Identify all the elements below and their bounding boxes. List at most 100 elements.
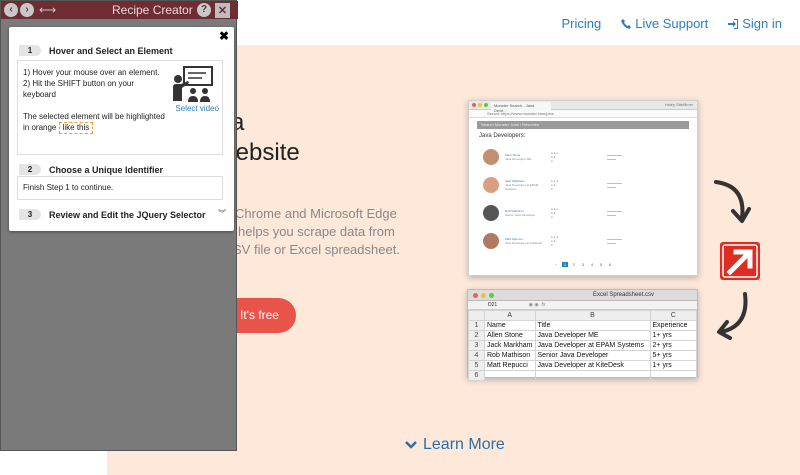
cell: Allen Stone [484, 330, 536, 341]
cell: Java Developer at EPAM Systems [534, 340, 651, 351]
row-number: 2 [468, 330, 485, 341]
step1-line5-text: in orange [23, 123, 57, 132]
cell: Jack Markham [484, 340, 536, 351]
cell: Experience [649, 320, 698, 331]
nav-sign-in-label: Sign in [742, 16, 782, 31]
nav-live-support-link[interactable]: Live Support [621, 16, 708, 31]
step2-header[interactable]: 2 Choose a Unique Identifier [19, 164, 163, 175]
learn-more-label: Learn More [423, 436, 505, 453]
arrow-left-icon[interactable]: ‹ [4, 3, 18, 17]
pager-page: 2 [572, 262, 576, 267]
nav-sign-in-link[interactable]: Sign in [728, 16, 782, 31]
mockup-heading: Java Developers: [479, 133, 526, 139]
mockup-row: Allen Stone Java Developer ME ● ● ● ● ● ● ▬… [483, 143, 683, 171]
learn-more-link[interactable]: Learn More [405, 436, 505, 454]
steps-card: ✖ 1 Hover and Select an Element 1) Hover… [9, 27, 234, 231]
resize-horizontal-icon[interactable]: ⟷ [39, 3, 56, 17]
cell [534, 370, 651, 381]
hero-sub-line-3: SV file or Excel spreadsheet. [233, 242, 400, 257]
mockup-row: Jack Markham Java Developer at EPAM Syste… [483, 171, 683, 199]
cell: 2+ yrs [649, 340, 698, 351]
column-header-row: A B C [468, 310, 698, 321]
cell [484, 370, 536, 381]
arrow-right-icon[interactable]: › [20, 3, 34, 17]
cell: Senior Java Developer [534, 350, 651, 361]
pager-prev-icon: ‹ [555, 262, 557, 267]
nav-pricing-link[interactable]: Pricing [562, 16, 602, 31]
step3-header[interactable]: 3 Review and Edit the JQuery Selector [19, 209, 206, 220]
mockup-notes: ▬▬▬▬▬ ▬▬▬ [607, 209, 622, 217]
mockup-person: Allen Stone Java Developer ME [505, 153, 545, 161]
corner-cell [468, 310, 485, 321]
help-icon[interactable]: ? [197, 3, 211, 17]
step3-number: 3 [19, 209, 41, 220]
mockup-details: ● ● ● ● ● ● [551, 151, 559, 163]
avatar [483, 205, 499, 221]
step1-number: 1 [19, 45, 41, 56]
pager-page: 3 [581, 262, 585, 267]
table-row: 2 Allen Stone Java Developer ME 1+ yrs [468, 330, 698, 341]
window-dots [472, 103, 488, 107]
column-header: C [649, 310, 698, 321]
cell: 5+ yrs [649, 350, 698, 361]
row-number: 6 [468, 370, 485, 381]
pager-page: 4 [590, 262, 594, 267]
spreadsheet-mockup-image: Excel Spreadsheet.csv D21 ◉ ◉ fx A B C 1… [467, 289, 698, 381]
nav-pricing-label: Pricing [561, 16, 602, 31]
person-title: Java Developer at KiteDesk [505, 241, 543, 245]
mockup-tab-right: Haley SiteMiner [664, 102, 693, 107]
mockup-notes: ▬▬▬▬▬ ▬▬▬ [607, 237, 622, 245]
pager-page: 5 [599, 262, 603, 267]
step1-header[interactable]: 1 Hover and Select an Element [19, 45, 173, 56]
step3-heading: Review and Edit the JQuery Selector [49, 209, 206, 220]
avatar [483, 149, 499, 165]
hero-sub-line-2: helps you scrape data from [238, 224, 395, 239]
avatar [483, 233, 499, 249]
step1-heading: Hover and Select an Element [49, 45, 173, 56]
cta-button[interactable]: It's free [228, 298, 296, 333]
table-row: 3 Jack Markham Java Developer at EPAM Syst… [468, 340, 698, 351]
step1-body: 1) Hover your mouse over an element. 2) … [17, 60, 223, 155]
nav-live-support-label: Live Support [635, 16, 709, 31]
nav-links: Pricing Live Support Sign in [562, 16, 783, 31]
pager-page: 6 [608, 262, 612, 267]
browser-mockup-image: Monster Search - Java Deve... Haley Site… [468, 100, 698, 276]
mockup-details: ● ● ● ● ● ● [551, 207, 559, 219]
expand-chevron-icon[interactable]: ︾ [218, 208, 226, 219]
mockup-person: Jack Markham Java Developer at EPAM Syste… [505, 179, 545, 191]
spreadsheet-grid: A B C 1 Name Title Experience 2 Allen Stone J… [468, 310, 698, 381]
table-row: 5 Matt Repucci Java Developer at KiteDesk 1… [468, 360, 698, 371]
phone-icon [621, 18, 632, 29]
column-header: A [484, 310, 536, 321]
cell [649, 370, 698, 381]
step2-number: 2 [19, 164, 41, 175]
mockup-notes: ▬▬▬▬▬ ▬▬▬ [607, 181, 622, 189]
mockup-notes: ▬▬▬▬▬ ▬▬▬ [607, 153, 622, 161]
curved-arrow-left-icon [717, 292, 748, 340]
row-number: 5 [468, 360, 485, 371]
table-row: 4 Rob Mathison Senior Java Developer 5+ yrs [468, 350, 698, 361]
hero-title-line-1: a [231, 109, 245, 136]
mockup-details: ● ● ● ● ● ● [551, 235, 559, 247]
hero-title-line-3: . [231, 168, 300, 198]
person-title: Senior Java Developer [505, 213, 536, 217]
table-row: 1 Name Title Experience [468, 320, 698, 331]
mockup-person: Rob Mathison Senior Java Developer [505, 209, 545, 217]
avatar [483, 177, 499, 193]
cell: Matt Repucci [484, 360, 536, 371]
mockup-row: Matt Repucci Java Developer at KiteDesk ●… [483, 227, 683, 255]
step2-heading: Choose a Unique Identifier [49, 164, 164, 175]
presentation-icon[interactable] [172, 65, 214, 103]
card-close-icon[interactable]: ✖ [219, 29, 229, 43]
row-number: 1 [468, 320, 485, 331]
cell: Rob Mathison [484, 350, 536, 361]
cell: Name [484, 320, 536, 331]
row-number: 4 [468, 350, 485, 361]
recipe-creator-titlebar[interactable]: ‹ › ⟷ Recipe Creator ? ✕ [1, 1, 238, 19]
table-row: 6 [468, 370, 698, 381]
select-video-link[interactable]: Select video [175, 103, 219, 114]
cell: Title [534, 320, 651, 331]
hero-title: a Vebsite . [221, 108, 300, 198]
hero-sub-line-1: Chrome and Microsoft Edge [235, 206, 397, 221]
close-icon[interactable]: ✕ [215, 3, 230, 18]
